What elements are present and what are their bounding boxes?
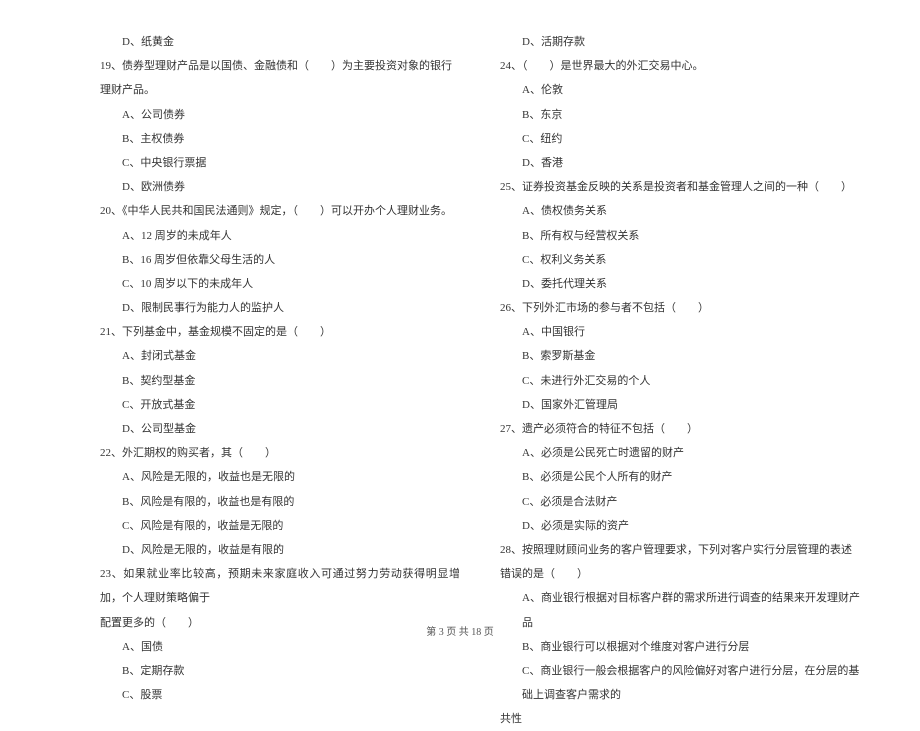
question-26: 26、下列外汇市场的参与者不包括（ ）	[500, 296, 860, 320]
option-28c: C、商业银行一般会根据客户的风险偏好对客户进行分层，在分层的基础上调查客户需求的	[500, 659, 860, 707]
option-28c-cont: 共性	[500, 707, 860, 731]
question-24: 24、（ ）是世界最大的外汇交易中心。	[500, 54, 860, 78]
question-25: 25、证券投资基金反映的关系是投资者和基金管理人之间的一种（ ）	[500, 175, 860, 199]
question-27: 27、遗产必须符合的特征不包括（ ）	[500, 417, 860, 441]
option-27b: B、必须是公民个人所有的财产	[500, 465, 860, 489]
option-22c: C、风险是有限的，收益是无限的	[100, 514, 460, 538]
option-24b: B、东京	[500, 103, 860, 127]
option-26b: B、索罗斯基金	[500, 344, 860, 368]
option-21a: A、封闭式基金	[100, 344, 460, 368]
option-22a: A、风险是无限的，收益也是无限的	[100, 465, 460, 489]
page-content: D、纸黄金 19、债券型理财产品是以国债、金融债和（ ）为主要投资对象的银行理财…	[0, 0, 920, 620]
option-19a: A、公司债券	[100, 103, 460, 127]
right-column: D、活期存款 24、（ ）是世界最大的外汇交易中心。 A、伦敦 B、东京 C、纽…	[500, 30, 860, 580]
option-19c: C、中央银行票据	[100, 151, 460, 175]
question-19: 19、债券型理财产品是以国债、金融债和（ ）为主要投资对象的银行理财产品。	[100, 54, 460, 102]
option-25b: B、所有权与经营权关系	[500, 224, 860, 248]
option-23c: C、股票	[100, 683, 460, 707]
left-column: D、纸黄金 19、债券型理财产品是以国债、金融债和（ ）为主要投资对象的银行理财…	[100, 30, 460, 580]
option-23b: B、定期存款	[100, 659, 460, 683]
option-27c: C、必须是合法财产	[500, 490, 860, 514]
option-21b: B、契约型基金	[100, 369, 460, 393]
option-20d: D、限制民事行为能力人的监护人	[100, 296, 460, 320]
option-26a: A、中国银行	[500, 320, 860, 344]
option-18d: D、纸黄金	[100, 30, 460, 54]
option-22b: B、风险是有限的，收益也是有限的	[100, 490, 460, 514]
option-21d: D、公司型基金	[100, 417, 460, 441]
option-27a: A、必须是公民死亡时遗留的财产	[500, 441, 860, 465]
option-28b: B、商业银行可以根据对个维度对客户进行分层	[500, 635, 860, 659]
option-24c: C、纽约	[500, 127, 860, 151]
option-24a: A、伦敦	[500, 78, 860, 102]
option-26d: D、国家外汇管理局	[500, 393, 860, 417]
option-25a: A、债权债务关系	[500, 199, 860, 223]
option-24d: D、香港	[500, 151, 860, 175]
option-20b: B、16 周岁但依靠父母生活的人	[100, 248, 460, 272]
question-23: 23、如果就业率比较高，预期未来家庭收入可通过努力劳动获得明显增加，个人理财策略…	[100, 562, 460, 610]
option-20c: C、10 周岁以下的未成年人	[100, 272, 460, 296]
option-26c: C、未进行外汇交易的个人	[500, 369, 860, 393]
page-footer: 第 3 页 共 18 页	[0, 623, 920, 638]
option-23a: A、国债	[100, 635, 460, 659]
option-21c: C、开放式基金	[100, 393, 460, 417]
question-20: 20、《中华人民共和国民法通则》规定，（ ）可以开办个人理财业务。	[100, 199, 460, 223]
question-22: 22、外汇期权的购买者，其（ ）	[100, 441, 460, 465]
option-25c: C、权利义务关系	[500, 248, 860, 272]
option-20a: A、12 周岁的未成年人	[100, 224, 460, 248]
option-27d: D、必须是实际的资产	[500, 514, 860, 538]
option-19d: D、欧洲债券	[100, 175, 460, 199]
option-25d: D、委托代理关系	[500, 272, 860, 296]
option-19b: B、主权债券	[100, 127, 460, 151]
question-28: 28、按照理财顾问业务的客户管理要求，下列对客户实行分层管理的表述错误的是（ ）	[500, 538, 860, 586]
option-23d: D、活期存款	[500, 30, 860, 54]
option-22d: D、风险是无限的，收益是有限的	[100, 538, 460, 562]
question-21: 21、下列基金中，基金规模不固定的是（ ）	[100, 320, 460, 344]
